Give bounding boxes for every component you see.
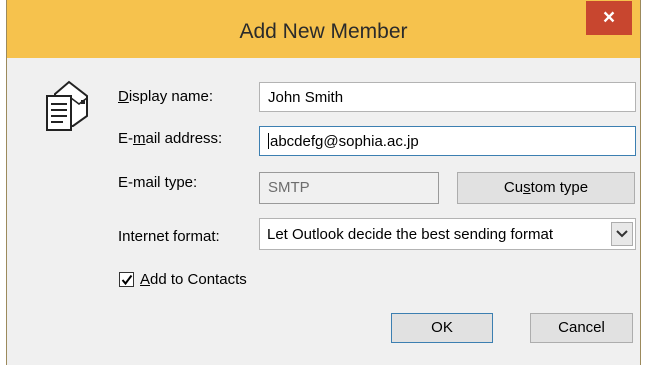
text-cursor <box>268 133 269 149</box>
contact-card-icon <box>41 80 91 141</box>
internet-format-label: Internet format: <box>118 228 220 245</box>
internet-format-value: Let Outlook decide the best sending form… <box>267 226 554 243</box>
display-name-field[interactable]: John Smith <box>259 82 636 112</box>
close-icon: × <box>602 6 616 29</box>
email-type-field: SMTP <box>259 172 439 204</box>
email-address-field[interactable]: abcdefg@sophia.ac.jp <box>259 126 636 156</box>
email-type-label: E-mail type: <box>118 174 198 191</box>
close-button[interactable]: × <box>586 1 632 35</box>
checkmark-icon <box>121 274 132 285</box>
custom-type-button[interactable]: Custom type <box>457 172 635 204</box>
chevron-down-icon[interactable] <box>611 222 633 246</box>
dialog-title: Add New Member <box>239 20 408 43</box>
ok-button[interactable]: OK <box>391 313 493 343</box>
title-bar[interactable]: Add New Member × <box>7 0 640 58</box>
email-address-label: E-mail address: <box>118 130 223 147</box>
internet-format-select[interactable]: Let Outlook decide the best sending form… <box>259 218 636 250</box>
dialog-body: Display name: John Smith E-mail address:… <box>7 58 640 365</box>
cancel-button[interactable]: Cancel <box>530 313 633 343</box>
add-to-contacts-checkbox[interactable] <box>119 272 134 287</box>
add-to-contacts-option[interactable]: Add to Contacts <box>119 271 247 288</box>
add-to-contacts-label: Add to Contacts <box>140 271 247 288</box>
add-new-member-dialog: Add New Member × Display name: John Smit… <box>6 0 641 365</box>
display-name-label: Display name: <box>118 88 214 105</box>
email-address-value: abcdefg@sophia.ac.jp <box>270 133 419 150</box>
